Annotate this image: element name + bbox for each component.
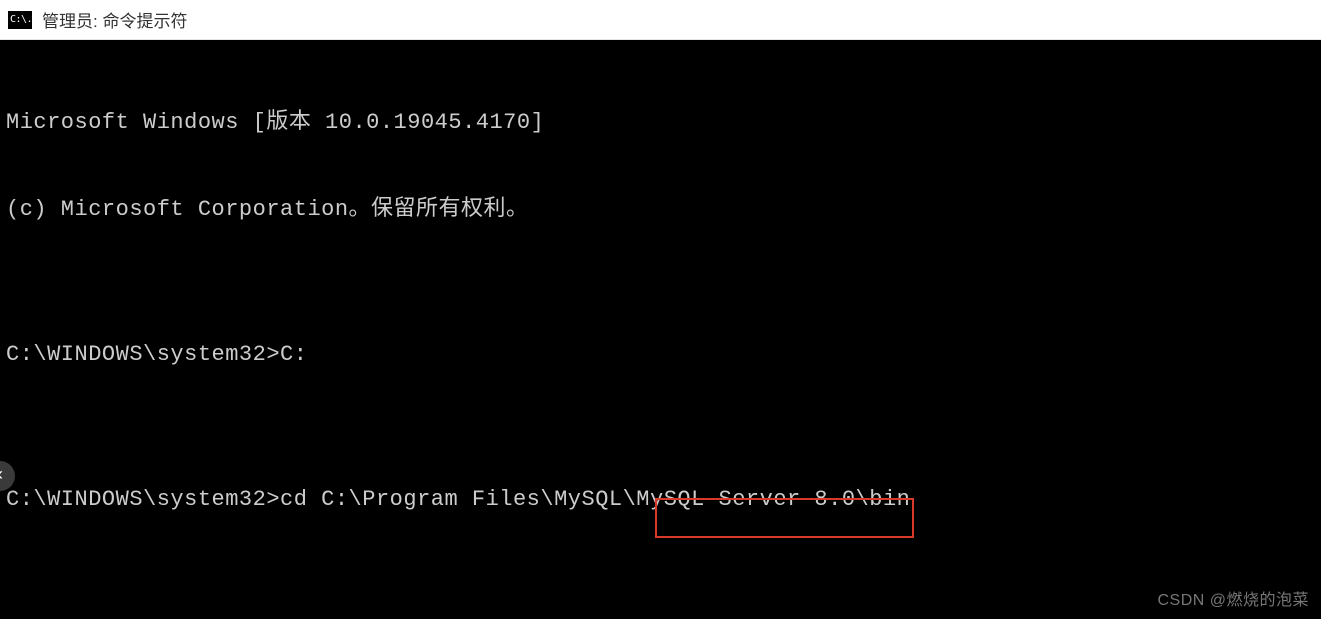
window-titlebar: C:\. 管理员: 命令提示符	[0, 0, 1321, 40]
watermark-text: CSDN @燃烧的泡菜	[1157, 586, 1309, 615]
chevron-left-icon: ‹	[0, 466, 5, 486]
terminal-line: Microsoft Windows [版本 10.0.19045.4170]	[6, 108, 1315, 137]
terminal-line: (c) Microsoft Corporation。保留所有权利。	[6, 195, 1315, 224]
window-title: 管理员: 命令提示符	[42, 7, 187, 32]
cmd-icon: C:\.	[8, 11, 32, 29]
terminal-area[interactable]: Microsoft Windows [版本 10.0.19045.4170] (…	[0, 40, 1321, 619]
terminal-line: C:\WINDOWS\system32>cd C:\Program Files\…	[6, 485, 1315, 514]
terminal-line: C:\WINDOWS\system32>C:	[6, 340, 1315, 369]
